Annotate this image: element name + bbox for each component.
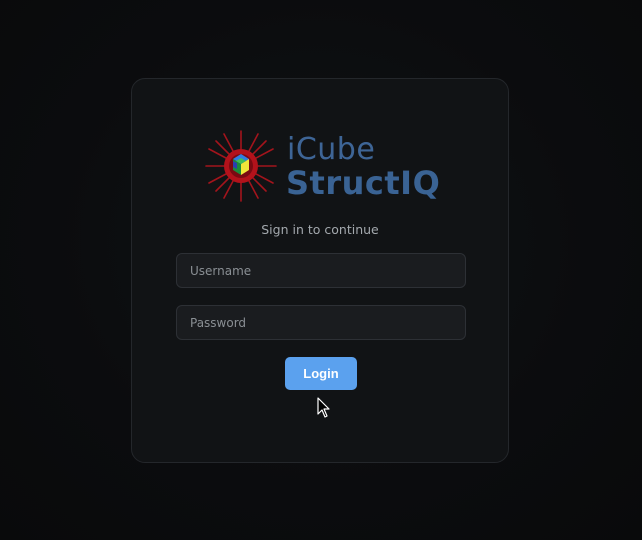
mouse-cursor-icon [317, 397, 330, 418]
brand-logo: iCube StructIQ [204, 129, 444, 209]
signin-subtitle: Sign in to continue [261, 222, 379, 237]
username-input[interactable] [176, 253, 466, 288]
login-page: iCube StructIQ Sign in to continue Login [0, 0, 642, 540]
password-input[interactable] [176, 305, 466, 340]
brand-name-structiq: StructIQ [286, 164, 441, 202]
sun-cube-logo-icon [205, 130, 277, 202]
login-button[interactable]: Login [285, 357, 357, 390]
brand-name-icube: iCube [287, 132, 376, 167]
